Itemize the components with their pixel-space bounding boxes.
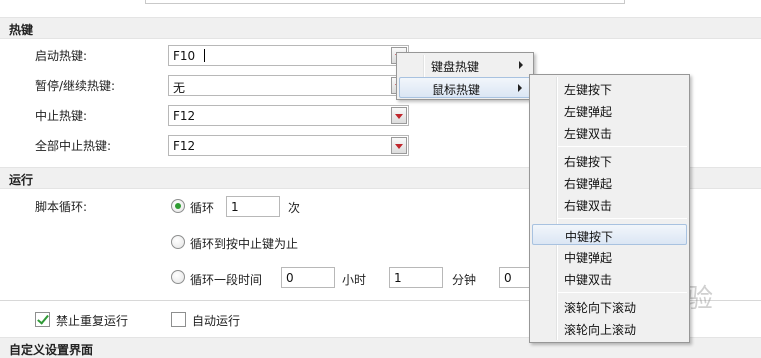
minutes-input[interactable]: 1 <box>389 267 443 288</box>
top-input-remnant <box>145 0 625 4</box>
start-hotkey-label: 启动热键: <box>35 49 88 63</box>
script-loop-label: 脚本循环: <box>35 200 88 214</box>
menu-item-label: 左键按下 <box>564 83 613 97</box>
start-hotkey-combo[interactable]: F10 <box>168 45 409 66</box>
no-repeat-label: 禁止重复运行 <box>56 314 129 328</box>
auto-run-checkbox[interactable] <box>171 312 186 327</box>
loop-count-radio[interactable] <box>171 199 185 213</box>
no-repeat-checkbox[interactable] <box>35 312 50 327</box>
section-title-run: 运行 <box>9 173 34 187</box>
menu-item-mouse-hotkey-label: 鼠标热键 <box>432 83 481 97</box>
menu-separator <box>558 218 687 219</box>
menu-item-label: 右键按下 <box>564 155 613 169</box>
menu-item-right-down[interactable]: 右键按下 <box>532 150 687 171</box>
hours-unit: 小时 <box>342 273 367 287</box>
menu-item-keyboard-hotkey-label: 键盘热键 <box>431 60 480 74</box>
menu-item-right-up[interactable]: 右键弹起 <box>532 172 687 193</box>
loop-count-unit: 次 <box>288 201 301 215</box>
loop-timed-radio[interactable] <box>171 270 185 284</box>
section-title-custom-ui: 自定义设置界面 <box>9 343 94 357</box>
text-cursor <box>204 49 205 62</box>
menu-item-wheel-down[interactable]: 滚轮向下滚动 <box>532 296 687 317</box>
auto-run-label: 自动运行 <box>192 314 241 328</box>
menu-item-right-double[interactable]: 右键双击 <box>532 194 687 215</box>
menu-item-middle-double[interactable]: 中键双击 <box>532 268 687 289</box>
menu-item-keyboard-hotkey[interactable]: 键盘热键 <box>399 55 531 76</box>
menu-item-middle-down[interactable]: 中键按下 <box>532 224 687 245</box>
pause-hotkey-value: 无 <box>173 81 186 95</box>
menu-item-left-down[interactable]: 左键按下 <box>532 78 687 99</box>
hotkey-type-menu: 键盘热键 鼠标热键 <box>396 52 534 100</box>
pause-hotkey-combo[interactable]: 无 <box>168 75 409 96</box>
section-title-hotkeys: 热键 <box>9 23 34 37</box>
menu-item-label: 中键双击 <box>564 273 613 287</box>
menu-item-label: 中键弹起 <box>564 251 613 265</box>
minutes-unit: 分钟 <box>452 273 477 287</box>
loop-until-stop-label: 循环到按中止键为止 <box>190 237 299 251</box>
minutes-value: 1 <box>394 271 402 285</box>
menu-item-label: 左键弹起 <box>564 105 613 119</box>
menu-item-label: 滚轮向下滚动 <box>564 301 637 315</box>
loop-until-stop-radio[interactable] <box>171 235 185 249</box>
loop-timed-label: 循环一段时间 <box>190 273 263 287</box>
stop-hotkey-label: 中止热键: <box>35 109 88 123</box>
stop-all-hotkey-label: 全部中止热键: <box>35 139 112 153</box>
hours-input[interactable]: 0 <box>281 267 335 288</box>
mouse-hotkey-submenu: 左键按下 左键弹起 左键双击 右键按下 右键弹起 右键双击 中键按下 中键弹起 … <box>529 74 690 343</box>
menu-item-mouse-hotkey[interactable]: 鼠标热键 <box>399 77 531 98</box>
menu-item-middle-up[interactable]: 中键弹起 <box>532 246 687 267</box>
menu-item-label: 右键弹起 <box>564 177 613 191</box>
menu-separator <box>558 146 687 147</box>
start-hotkey-value: F10 <box>173 49 196 63</box>
menu-separator <box>558 292 687 293</box>
menu-item-wheel-up[interactable]: 滚轮向上滚动 <box>532 318 687 339</box>
menu-item-label: 右键双击 <box>564 199 613 213</box>
menu-item-label: 中键按下 <box>565 230 614 244</box>
stop-all-hotkey-dropdown-button[interactable] <box>391 137 407 154</box>
stop-hotkey-value: F12 <box>173 109 196 123</box>
menu-item-label: 滚轮向上滚动 <box>564 323 637 337</box>
loop-count-label: 循环 <box>190 201 215 215</box>
stop-hotkey-combo[interactable]: F12 <box>168 105 409 126</box>
submenu-arrow-icon <box>518 84 522 92</box>
pause-hotkey-label: 暂停/继续热键: <box>35 79 116 93</box>
section-header-hotkeys: 热键 <box>0 17 761 39</box>
stop-hotkey-dropdown-button[interactable] <box>391 107 407 124</box>
stop-all-hotkey-combo[interactable]: F12 <box>168 135 409 156</box>
menu-item-label: 左键双击 <box>564 127 613 141</box>
stop-all-hotkey-value: F12 <box>173 139 196 153</box>
seconds-value: 0 <box>504 271 512 285</box>
menu-item-left-up[interactable]: 左键弹起 <box>532 100 687 121</box>
loop-count-value: 1 <box>231 200 239 214</box>
hours-value: 0 <box>286 271 294 285</box>
menu-item-left-double[interactable]: 左键双击 <box>532 122 687 143</box>
loop-count-input[interactable]: 1 <box>226 196 280 217</box>
submenu-arrow-icon <box>519 61 523 69</box>
